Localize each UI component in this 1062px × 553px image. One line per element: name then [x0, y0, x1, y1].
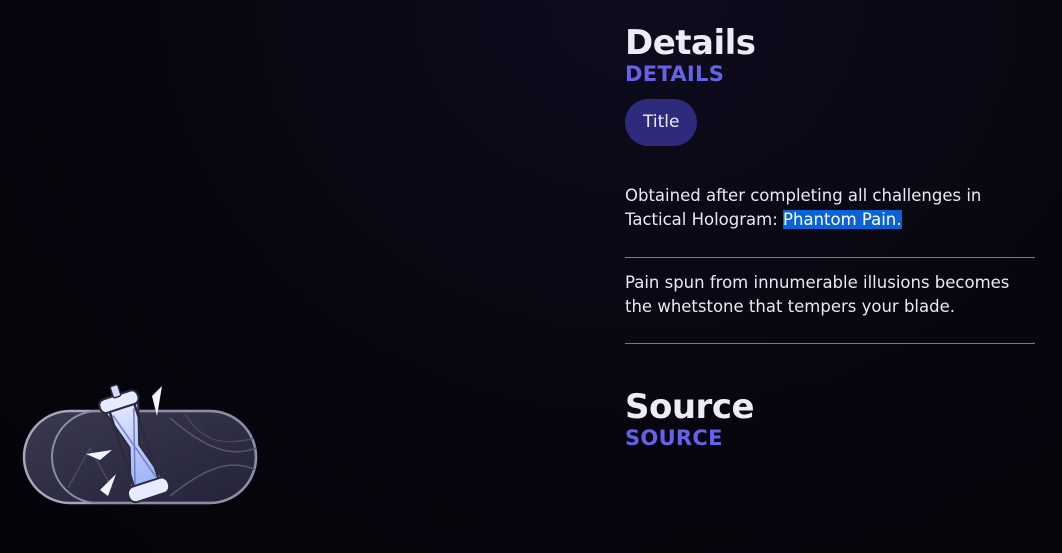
divider	[625, 343, 1035, 344]
source-heading: Source	[625, 387, 755, 427]
details-heading: Details	[625, 23, 756, 63]
title-badge-image	[20, 378, 262, 510]
divider	[625, 257, 1035, 258]
source-subheading: SOURCE	[625, 426, 723, 450]
source-panel: Source SOURCE	[625, 387, 755, 450]
hourglass-emblem-icon	[22, 384, 258, 505]
obtain-description: Obtained after completing all challenges…	[625, 184, 1035, 232]
details-subheading: DETAILS	[625, 62, 725, 86]
flavor-text: Pain spun from innumerable illusions bec…	[625, 273, 1010, 316]
details-panel: Details DETAILS Title Obtained after com…	[625, 24, 1035, 344]
title-tag[interactable]: Title	[625, 99, 698, 146]
obtain-text-selected: Phantom Pain.	[783, 210, 902, 229]
page: Details DETAILS Title Obtained after com…	[0, 0, 1062, 553]
